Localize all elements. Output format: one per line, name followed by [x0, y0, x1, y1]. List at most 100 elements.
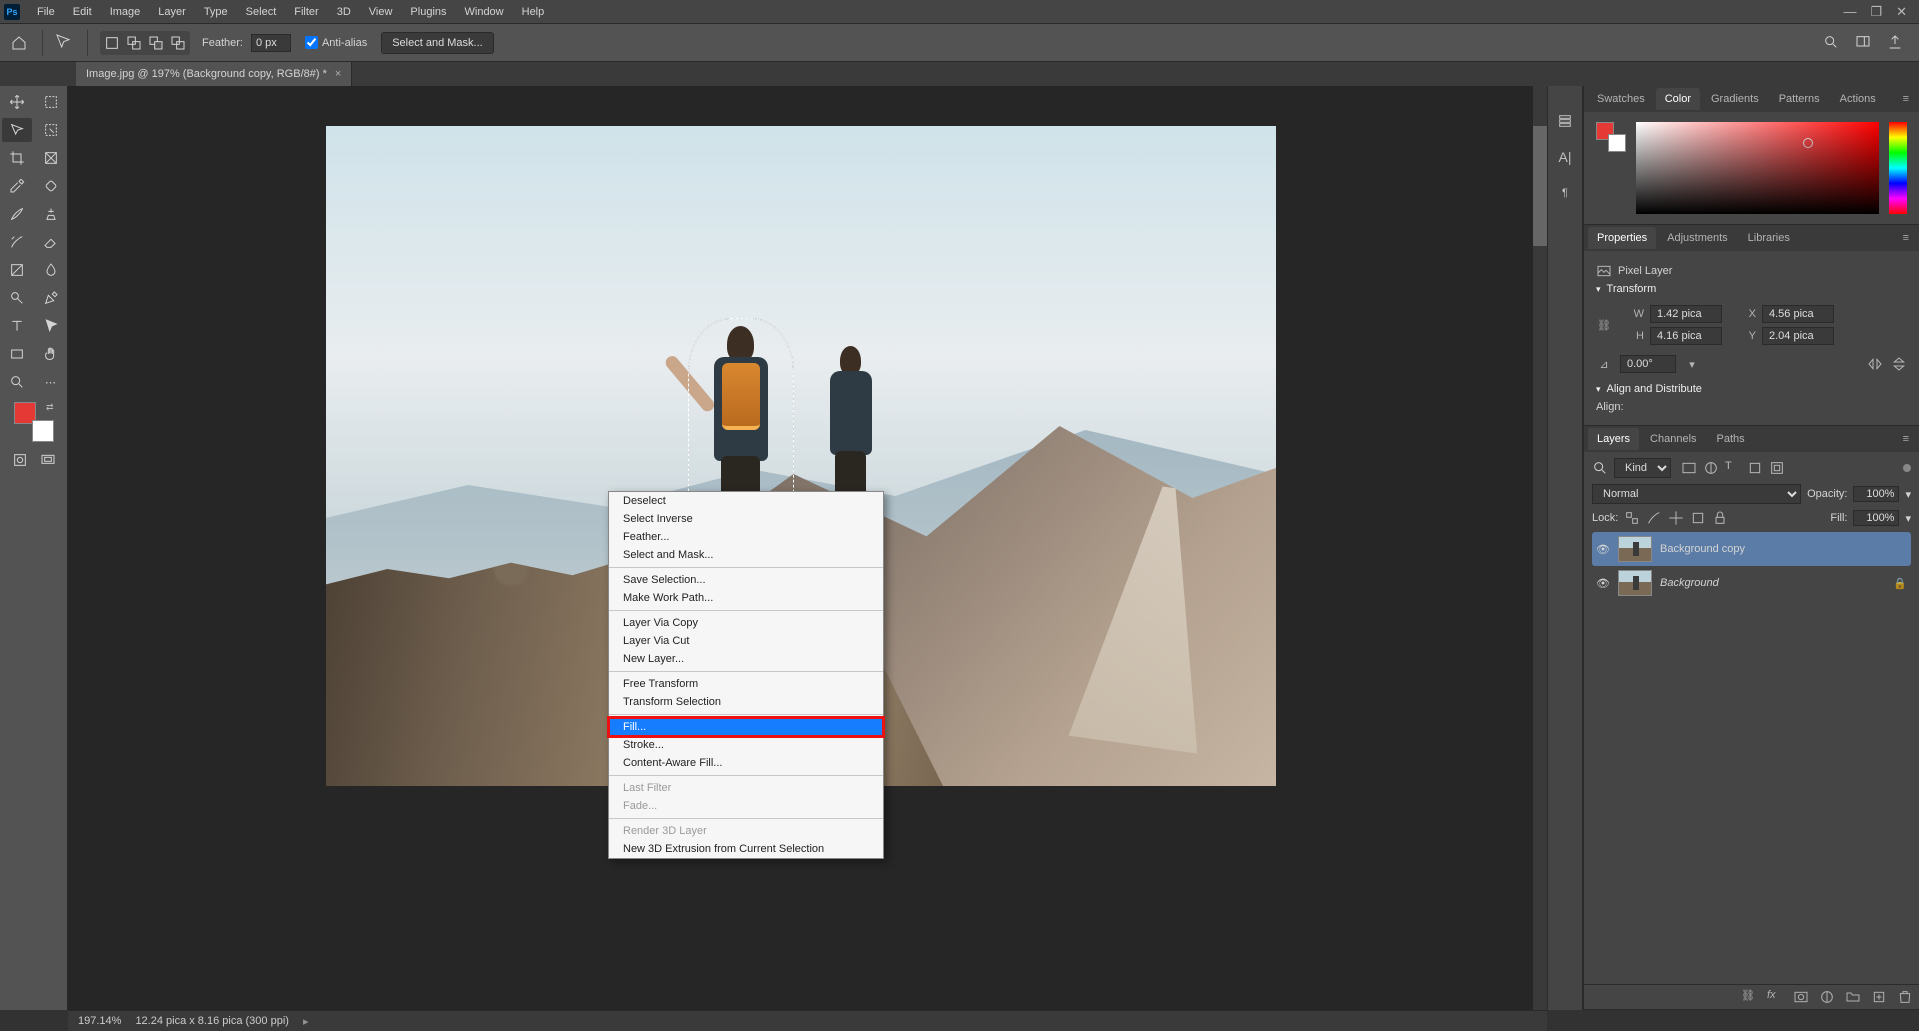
layer-row[interactable]: 👁 Background copy — [1592, 532, 1911, 566]
document-info[interactable]: 12.24 pica x 8.16 pica (300 ppi) — [135, 1015, 289, 1027]
rectangle-tool[interactable] — [2, 342, 32, 366]
clone-stamp-tool[interactable] — [36, 202, 66, 226]
selection-mode-intersect[interactable] — [168, 33, 188, 53]
healing-brush-tool[interactable] — [36, 174, 66, 198]
align-section-header[interactable]: ▾ Align and Distribute — [1596, 383, 1907, 395]
hand-tool[interactable] — [36, 342, 66, 366]
tab-actions[interactable]: Actions — [1831, 88, 1885, 110]
selection-mode-add[interactable] — [124, 33, 144, 53]
brush-tool[interactable] — [2, 202, 32, 226]
panel-menu-icon[interactable]: ≡ — [1897, 93, 1915, 105]
tab-properties[interactable]: Properties — [1588, 227, 1656, 249]
menu-plugins[interactable]: Plugins — [401, 2, 455, 22]
vertical-scrollbar[interactable] — [1533, 86, 1547, 1010]
color-panel-swatches[interactable] — [1596, 122, 1626, 152]
panel-menu-icon[interactable]: ≡ — [1897, 433, 1915, 445]
type-tool[interactable] — [2, 314, 32, 338]
tab-adjustments[interactable]: Adjustments — [1658, 227, 1737, 249]
filter-shape-icon[interactable] — [1747, 460, 1763, 476]
antialias-checkbox[interactable]: Anti-alias — [305, 36, 367, 49]
fill-input[interactable] — [1853, 510, 1899, 526]
transform-section-header[interactable]: ▾ Transform — [1596, 283, 1907, 295]
menu-select[interactable]: Select — [237, 2, 286, 22]
maximize-button[interactable]: ❐ — [1870, 4, 1882, 20]
blur-tool[interactable] — [36, 258, 66, 282]
filter-adjustment-icon[interactable] — [1703, 460, 1719, 476]
move-tool[interactable] — [2, 90, 32, 114]
context-menu-item[interactable]: Fill... — [609, 718, 883, 736]
zoom-level[interactable]: 197.14% — [78, 1015, 121, 1027]
opacity-input[interactable] — [1853, 486, 1899, 502]
object-selection-tool[interactable] — [36, 118, 66, 142]
link-layers-icon[interactable]: ⛓ — [1741, 989, 1757, 1005]
lock-transparency-icon[interactable] — [1624, 510, 1640, 526]
y-input[interactable] — [1762, 327, 1834, 345]
height-input[interactable] — [1650, 327, 1722, 345]
share-icon[interactable] — [1887, 34, 1905, 52]
lock-all-icon[interactable] — [1712, 510, 1728, 526]
dodge-tool[interactable] — [2, 286, 32, 310]
hue-slider[interactable] — [1889, 122, 1907, 214]
layer-filter-kind[interactable]: Kind — [1614, 458, 1671, 478]
layer-thumbnail[interactable] — [1618, 536, 1652, 562]
eraser-tool[interactable] — [36, 230, 66, 254]
menu-window[interactable]: Window — [456, 2, 513, 22]
screen-mode-icon[interactable] — [37, 450, 59, 470]
history-brush-tool[interactable] — [2, 230, 32, 254]
new-adjustment-layer-icon[interactable] — [1819, 989, 1835, 1005]
flip-horizontal-icon[interactable] — [1867, 356, 1883, 372]
marquee-tool[interactable] — [36, 90, 66, 114]
context-menu-item[interactable]: Feather... — [609, 528, 883, 546]
context-menu-item[interactable]: Save Selection... — [609, 571, 883, 589]
blend-mode-select[interactable]: Normal — [1592, 484, 1801, 504]
menu-layer[interactable]: Layer — [149, 2, 195, 22]
link-dimensions-icon[interactable]: ⛓ — [1596, 319, 1612, 332]
menu-image[interactable]: Image — [101, 2, 150, 22]
delete-layer-icon[interactable] — [1897, 989, 1913, 1005]
context-menu-item[interactable]: Layer Via Copy — [609, 614, 883, 632]
context-menu-item[interactable]: Transform Selection — [609, 693, 883, 711]
tab-patterns[interactable]: Patterns — [1770, 88, 1829, 110]
new-group-icon[interactable] — [1845, 989, 1861, 1005]
eyedropper-tool[interactable] — [2, 174, 32, 198]
tab-color[interactable]: Color — [1656, 88, 1700, 110]
menu-file[interactable]: File — [28, 2, 64, 22]
doc-info-chevron-icon[interactable]: ▸ — [303, 1015, 309, 1028]
frame-tool[interactable] — [36, 146, 66, 170]
visibility-toggle-icon[interactable]: 👁 — [1596, 543, 1610, 556]
quick-mask-icon[interactable] — [9, 450, 31, 470]
lock-pixels-icon[interactable] — [1646, 510, 1662, 526]
rotation-input[interactable] — [1620, 355, 1676, 373]
menu-3d[interactable]: 3D — [328, 2, 360, 22]
menu-help[interactable]: Help — [513, 2, 554, 22]
tab-swatches[interactable]: Swatches — [1588, 88, 1654, 110]
lock-artboard-icon[interactable] — [1690, 510, 1706, 526]
search-icon[interactable] — [1823, 34, 1841, 52]
context-menu-item[interactable]: Deselect — [609, 492, 883, 510]
filter-smartobject-icon[interactable] — [1769, 460, 1785, 476]
context-menu-item[interactable]: Content-Aware Fill... — [609, 754, 883, 772]
visibility-toggle-icon[interactable]: 👁 — [1596, 577, 1610, 590]
context-menu-item[interactable]: New 3D Extrusion from Current Selection — [609, 840, 883, 858]
selection-mode-new[interactable] — [102, 33, 122, 53]
panel-menu-icon[interactable]: ≡ — [1897, 232, 1915, 244]
more-tools[interactable]: ⋯ — [36, 370, 66, 394]
search-icon[interactable] — [1592, 460, 1608, 476]
add-mask-icon[interactable] — [1793, 989, 1809, 1005]
history-panel-icon[interactable] — [1554, 110, 1576, 132]
layer-name[interactable]: Background copy — [1660, 543, 1745, 555]
menu-filter[interactable]: Filter — [285, 2, 327, 22]
character-panel-icon[interactable]: A| — [1554, 146, 1576, 168]
layer-style-icon[interactable]: fx — [1767, 989, 1783, 1005]
selection-mode-subtract[interactable] — [146, 33, 166, 53]
pen-tool[interactable] — [36, 286, 66, 310]
crop-tool[interactable] — [2, 146, 32, 170]
menu-view[interactable]: View — [360, 2, 402, 22]
color-swatches[interactable]: ⇄ — [14, 402, 54, 442]
x-input[interactable] — [1762, 305, 1834, 323]
new-layer-icon[interactable] — [1871, 989, 1887, 1005]
canvas-scroll[interactable]: DeselectSelect InverseFeather...Select a… — [68, 86, 1533, 1010]
close-window-button[interactable]: ✕ — [1896, 4, 1907, 20]
tab-channels[interactable]: Channels — [1641, 428, 1705, 450]
context-menu-item[interactable]: Stroke... — [609, 736, 883, 754]
